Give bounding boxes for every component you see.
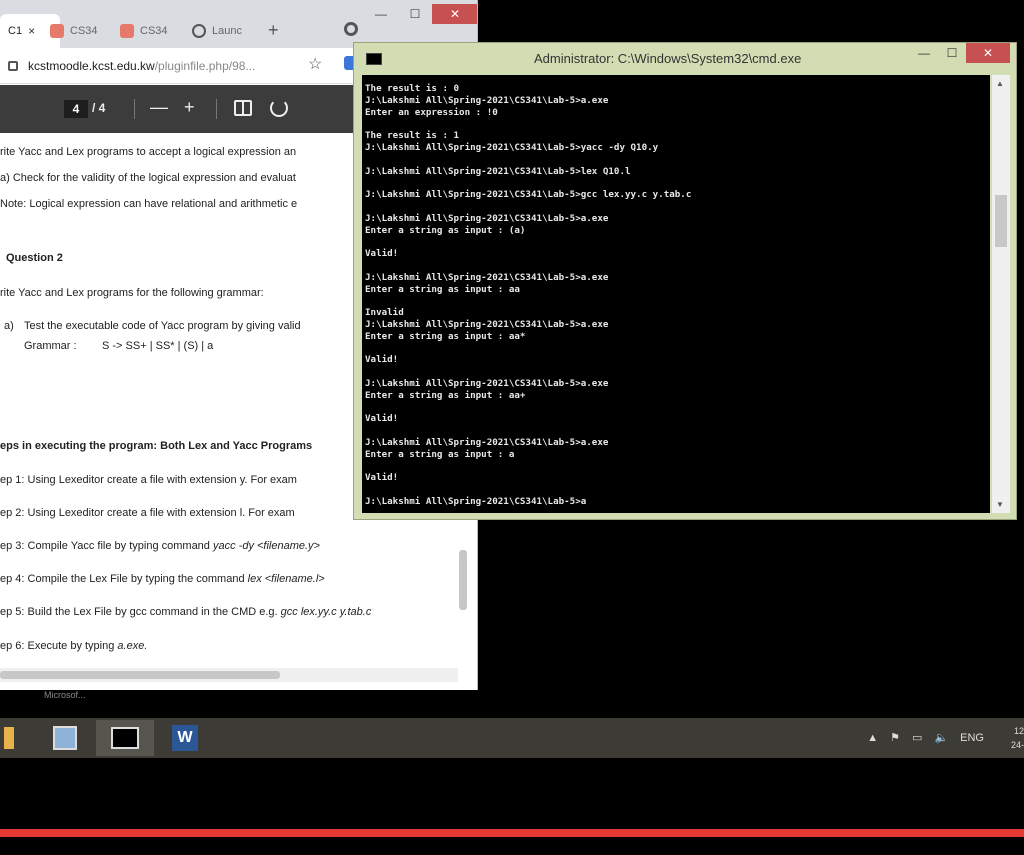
step-command: lex <filename.l> bbox=[247, 573, 325, 585]
browser-window-controls: — ☐ ✕ bbox=[364, 4, 477, 24]
system-tray: ▲ ⚑ ▭ 🔈 ENG bbox=[867, 731, 984, 745]
video-progress-bar[interactable] bbox=[0, 829, 1024, 837]
cmd-title: Administrator: C:\Windows\System32\cmd.e… bbox=[534, 51, 802, 66]
close-button[interactable]: ✕ bbox=[966, 43, 1010, 63]
network-icon[interactable]: ⚑ bbox=[890, 731, 900, 744]
cmd-titlebar[interactable]: Administrator: C:\Windows\System32\cmd.e… bbox=[354, 43, 1016, 75]
step-text: ep 3: Compile Yacc file by typing comman… bbox=[0, 540, 213, 552]
step-line: ep 6: Execute by typing a.exe. bbox=[0, 640, 147, 652]
list-marker: a) bbox=[4, 320, 14, 332]
cmd-vertical-scrollbar[interactable]: ▲ ▼ bbox=[992, 75, 1010, 513]
step-command: yacc -dy <filename.y> bbox=[212, 540, 320, 552]
url-host: kcstmoodle.kcst.edu.kw bbox=[28, 58, 155, 73]
doc-line: rite Yacc and Lex programs for the follo… bbox=[0, 287, 264, 299]
cmd-window: Administrator: C:\Windows\System32\cmd.e… bbox=[353, 42, 1017, 520]
tab-label: CS34 bbox=[70, 25, 98, 37]
globe-icon bbox=[192, 24, 206, 38]
doc-horizontal-scrollbar[interactable] bbox=[0, 668, 458, 682]
tab-label: CS34 bbox=[140, 25, 168, 37]
clock[interactable]: 12 24- bbox=[1011, 724, 1024, 752]
doc-vertical-scrollbar[interactable] bbox=[459, 550, 467, 610]
minimize-button[interactable]: — bbox=[364, 4, 398, 24]
divider bbox=[134, 99, 135, 119]
grammar-label: Grammar : bbox=[24, 340, 77, 352]
scrollbar-thumb[interactable] bbox=[0, 671, 280, 679]
moodle-favicon-icon bbox=[50, 24, 64, 38]
url-path: /pluginfile.php/98... bbox=[154, 58, 256, 73]
cmd-window-controls: — ☐ ✕ bbox=[910, 43, 1010, 63]
taskbar-hover-label: Microsof... bbox=[44, 690, 86, 700]
minimize-button[interactable]: — bbox=[910, 43, 938, 63]
rotate-icon[interactable] bbox=[270, 99, 288, 117]
tab-label: C1 bbox=[8, 25, 23, 37]
taskbar-photos[interactable] bbox=[36, 720, 94, 756]
folder-icon bbox=[4, 727, 14, 749]
zoom-out-button[interactable]: — bbox=[150, 97, 168, 118]
step-text: ep 6: Execute by typing bbox=[0, 640, 118, 652]
clock-time: 12 bbox=[1013, 726, 1024, 736]
doc-line: a) Check for the validity of the logical… bbox=[0, 172, 296, 184]
page-total: / 4 bbox=[92, 101, 106, 115]
lock-icon[interactable] bbox=[8, 60, 18, 71]
cmd-icon bbox=[111, 727, 139, 749]
page-number-input[interactable]: 4 bbox=[64, 100, 88, 118]
url-text[interactable]: kcstmoodle.kcst.edu.kw/pluginfile.php/98… bbox=[28, 59, 255, 73]
question-heading: Question 2 bbox=[6, 252, 63, 264]
step-line: ep 1: Using Lexeditor create a file with… bbox=[0, 474, 297, 486]
moodle-favicon-icon bbox=[120, 24, 134, 38]
taskbar-file-explorer[interactable] bbox=[0, 720, 38, 756]
step-command: gcc lex.yy.c y.tab.c bbox=[280, 606, 372, 618]
close-tab-icon[interactable]: × bbox=[28, 24, 35, 38]
taskbar: W ▲ ⚑ ▭ 🔈 ENG 12 24- bbox=[0, 718, 1024, 758]
show-hidden-icons-icon[interactable]: ▲ bbox=[867, 732, 878, 744]
divider bbox=[216, 99, 217, 119]
maximize-button[interactable]: ☐ bbox=[398, 4, 432, 24]
tab-bar: C1 × CS34 CS34 Launc + — ☐ ✕ bbox=[0, 0, 477, 48]
step-text: ep 5: Build the Lex File by gcc command … bbox=[0, 606, 281, 618]
close-button[interactable]: ✕ bbox=[432, 4, 477, 24]
step-line: ep 4: Compile the Lex File by typing the… bbox=[0, 573, 325, 585]
language-indicator[interactable]: ENG bbox=[960, 732, 984, 744]
grammar-rule: S -> SS+ | SS* | (S) | a bbox=[102, 340, 214, 352]
maximize-button[interactable]: ☐ bbox=[938, 43, 966, 63]
console-text: The result is : 0 J:\Lakshmi All\Spring-… bbox=[365, 83, 692, 507]
doc-line: Test the executable code of Yacc program… bbox=[24, 320, 301, 332]
steps-heading: eps in executing the program: Both Lex a… bbox=[0, 440, 313, 452]
cmd-window-icon[interactable] bbox=[366, 53, 382, 65]
scroll-down-icon[interactable]: ▼ bbox=[996, 500, 1004, 509]
new-tab-button[interactable]: + bbox=[268, 20, 279, 41]
tab-cs341-2[interactable]: CS34 bbox=[112, 14, 176, 48]
action-center-icon[interactable]: ▭ bbox=[912, 731, 922, 744]
tab-label: Launc bbox=[212, 25, 242, 37]
doc-line: Note: Logical expression can have relati… bbox=[0, 198, 298, 210]
fit-page-icon[interactable] bbox=[234, 100, 252, 116]
doc-line: rite Yacc and Lex programs to accept a l… bbox=[0, 146, 297, 158]
tab-launch[interactable]: Launc bbox=[184, 14, 258, 48]
console-output-area[interactable]: The result is : 0 J:\Lakshmi All\Spring-… bbox=[362, 75, 990, 513]
step-line: ep 3: Compile Yacc file by typing comman… bbox=[0, 540, 320, 552]
clock-date: 24- bbox=[1010, 740, 1024, 750]
picture-icon bbox=[53, 726, 77, 750]
settings-icon[interactable] bbox=[344, 22, 358, 36]
step-command: a.exe. bbox=[117, 640, 148, 652]
taskbar-cmd[interactable] bbox=[96, 720, 154, 756]
step-text: ep 4: Compile the Lex File by typing the… bbox=[0, 573, 248, 585]
word-icon: W bbox=[172, 725, 198, 751]
tab-cs341-1[interactable]: CS34 bbox=[42, 14, 106, 48]
zoom-in-button[interactable]: + bbox=[184, 97, 195, 118]
bookmark-star-icon[interactable]: ☆ bbox=[308, 54, 322, 74]
scroll-up-icon[interactable]: ▲ bbox=[996, 79, 1004, 88]
step-line: ep 5: Build the Lex File by gcc command … bbox=[0, 606, 371, 618]
taskbar-word[interactable]: W bbox=[156, 720, 214, 756]
step-line: ep 2: Using Lexeditor create a file with… bbox=[0, 507, 295, 519]
volume-icon[interactable]: 🔈 bbox=[934, 731, 948, 744]
scrollbar-thumb[interactable] bbox=[995, 195, 1007, 247]
